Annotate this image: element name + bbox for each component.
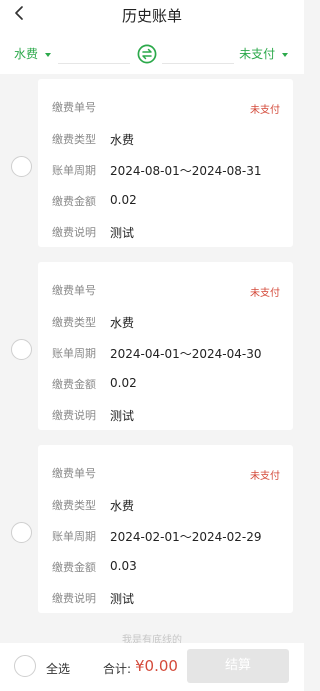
- note-value: 测试: [110, 226, 135, 240]
- chevron-down-icon: [282, 52, 288, 57]
- bill-number-label: 缴费单号: [52, 467, 96, 480]
- page-title: 历史账单: [121, 7, 182, 25]
- status-badge: 未支付: [250, 471, 280, 482]
- fee-type-value: 水费: [110, 133, 135, 147]
- fee-type-label: 缴费类型: [52, 133, 96, 146]
- fee-type-label: 缴费类型: [52, 316, 96, 329]
- filter-bar: 水费 未支付: [0, 30, 304, 74]
- bill-period-label: 账单周期: [52, 347, 96, 360]
- bill-number-label: 缴费单号: [52, 101, 96, 114]
- bill-period-label: 账单周期: [52, 164, 96, 177]
- bill-card[interactable]: 缴费单号 未支付 缴费类型 水费 账单周期 2024-04-01～2024-04…: [38, 262, 293, 430]
- bill-row: 缴费单号 未支付 缴费类型 水费 账单周期 2024-08-01～2024-08…: [0, 74, 304, 252]
- bill-number-label: 缴费单号: [52, 284, 96, 297]
- bill-select-radio[interactable]: [11, 156, 32, 177]
- fee-type-value: 水费: [110, 316, 135, 330]
- status-badge: 未支付: [250, 288, 280, 299]
- note-label: 缴费说明: [52, 409, 96, 422]
- bill-select-radio[interactable]: [11, 339, 32, 360]
- amount-value: 0.02: [110, 193, 137, 207]
- bill-period-value: 2024-08-01～2024-08-31: [110, 164, 262, 178]
- total-amount: ¥0.00: [135, 657, 178, 675]
- amount-label: 缴费金额: [52, 195, 96, 208]
- history-bill-page: 历史账单 水费 未支付 缴费单号 未支付 缴费类型 水费 账单周期 2024-0…: [0, 0, 304, 691]
- select-all-label[interactable]: 全选: [46, 660, 70, 677]
- amount-value: 0.02: [110, 376, 137, 390]
- payment-status-dropdown[interactable]: 未支付: [239, 45, 288, 62]
- bill-row: 缴费单号 未支付 缴费类型 水费 账单周期 2024-02-01～2024-02…: [0, 440, 304, 618]
- swap-icon[interactable]: [137, 44, 157, 64]
- status-badge: 未支付: [250, 105, 280, 116]
- bill-row: 缴费单号 未支付 缴费类型 水费 账单周期 2024-04-01～2024-04…: [0, 257, 304, 435]
- bill-card[interactable]: 缴费单号 未支付 缴费类型 水费 账单周期 2024-02-01～2024-02…: [38, 445, 293, 613]
- amount-value: 0.03: [110, 559, 137, 573]
- payment-status-label: 未支付: [239, 47, 276, 61]
- note-value: 测试: [110, 592, 135, 606]
- amount-label: 缴费金额: [52, 378, 96, 391]
- bill-card[interactable]: 缴费单号 未支付 缴费类型 水费 账单周期 2024-08-01～2024-08…: [38, 79, 293, 247]
- settle-button[interactable]: 结算: [187, 649, 289, 683]
- filter-divider-right: [162, 63, 234, 64]
- checkout-bar: 全选 合计: ¥0.00 结算: [0, 643, 304, 691]
- fee-type-label: 水费: [14, 47, 39, 61]
- bill-select-radio[interactable]: [11, 522, 32, 543]
- note-value: 测试: [110, 409, 135, 423]
- page-header: 历史账单: [0, 0, 304, 30]
- note-label: 缴费说明: [52, 592, 96, 605]
- bill-period-value: 2024-04-01～2024-04-30: [110, 347, 262, 361]
- filter-divider-left: [58, 63, 130, 64]
- note-label: 缴费说明: [52, 226, 96, 239]
- bill-period-label: 账单周期: [52, 530, 96, 543]
- bill-period-value: 2024-02-01～2024-02-29: [110, 530, 262, 544]
- chevron-down-icon: [44, 52, 51, 57]
- amount-label: 缴费金额: [52, 561, 96, 574]
- select-all-radio[interactable]: [14, 655, 36, 677]
- fee-type-dropdown[interactable]: 水费: [14, 45, 51, 62]
- fee-type-label: 缴费类型: [52, 499, 96, 512]
- total-label: 合计:: [103, 662, 132, 676]
- fee-type-value: 水费: [110, 499, 135, 513]
